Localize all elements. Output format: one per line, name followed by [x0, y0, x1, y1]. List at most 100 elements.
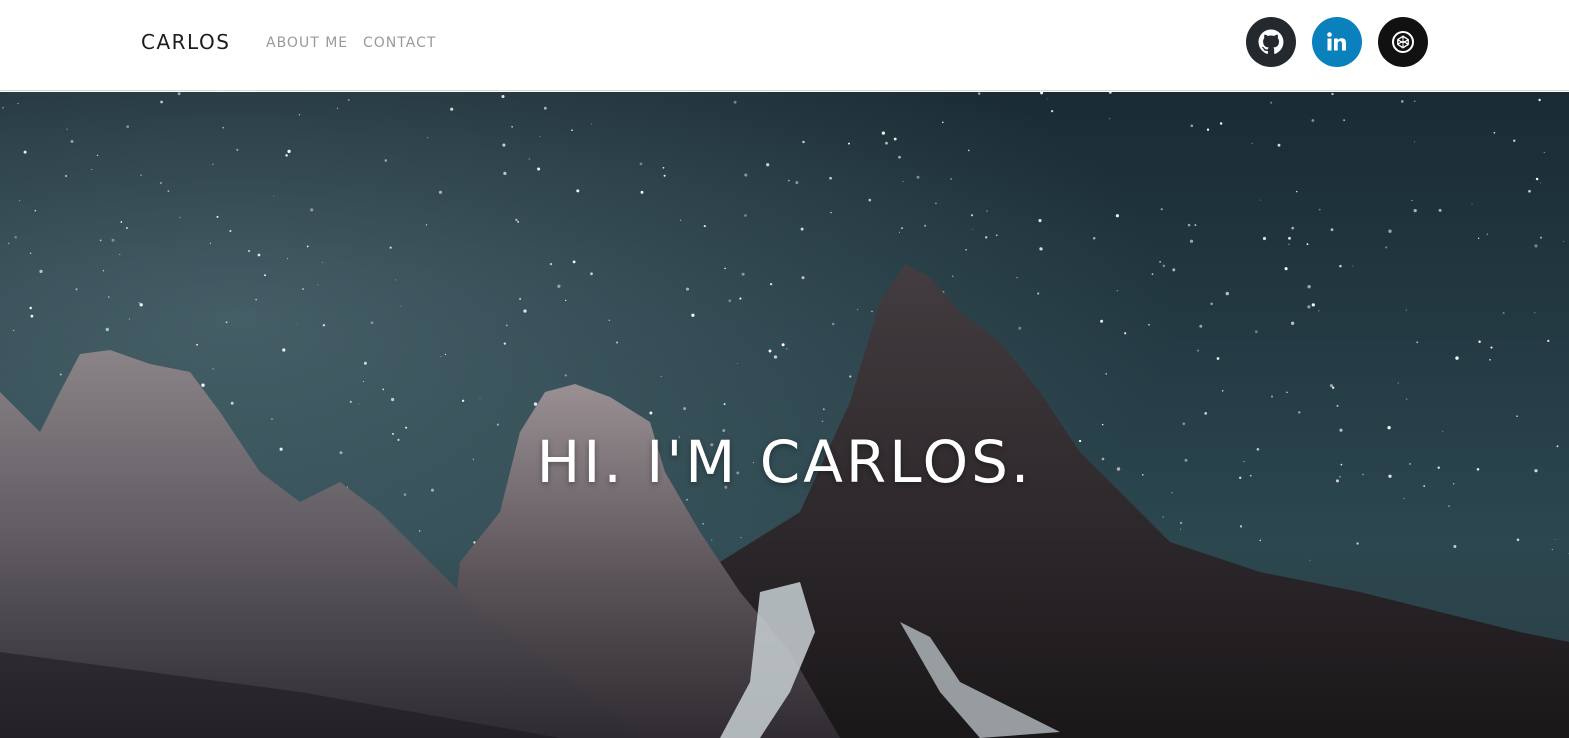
star: [1124, 332, 1127, 335]
star: [984, 236, 988, 239]
star: [1050, 109, 1054, 113]
star: [1385, 246, 1388, 249]
star: [1039, 247, 1043, 251]
star: [390, 397, 395, 402]
star: [663, 174, 666, 177]
star: [236, 148, 239, 151]
star: [99, 239, 102, 242]
star: [1190, 124, 1194, 128]
star: [821, 420, 824, 423]
star: [196, 343, 198, 346]
star: [741, 272, 745, 276]
star: [138, 302, 141, 304]
hero-title: HI. I'M CARLOS.: [536, 428, 1033, 496]
star: [640, 190, 644, 194]
star: [29, 306, 32, 310]
star: [1489, 358, 1491, 361]
star: [1534, 244, 1538, 248]
star: [703, 225, 706, 228]
star: [1194, 224, 1197, 227]
star: [1547, 339, 1550, 343]
star: [1336, 404, 1339, 407]
star: [1471, 203, 1473, 205]
star: [1538, 98, 1541, 102]
star: [801, 276, 805, 280]
star: [140, 174, 142, 176]
star: [1221, 390, 1224, 392]
star: [105, 327, 109, 332]
star: [1172, 268, 1176, 272]
star: [322, 261, 324, 263]
star: [1486, 233, 1489, 235]
mountain-night-background: [0, 92, 1569, 738]
star: [1414, 100, 1416, 102]
star: [733, 100, 737, 104]
star: [517, 221, 520, 223]
star: [501, 94, 505, 99]
star: [160, 100, 164, 104]
star: [128, 318, 130, 320]
star: [528, 158, 531, 160]
star: [519, 297, 522, 300]
star: [119, 253, 121, 255]
star: [736, 363, 738, 364]
star: [1286, 391, 1288, 393]
star: [13, 329, 15, 332]
star: [1199, 324, 1203, 328]
star: [1405, 309, 1407, 311]
star: [1219, 122, 1223, 125]
star: [75, 288, 78, 291]
star: [1406, 398, 1408, 400]
star: [1551, 549, 1553, 551]
star: [1105, 373, 1107, 375]
star: [230, 401, 234, 405]
star: [549, 262, 553, 266]
star: [363, 361, 367, 365]
star: [723, 403, 726, 406]
star: [222, 126, 225, 129]
star: [310, 208, 314, 212]
github-link[interactable]: [1246, 17, 1296, 67]
star: [394, 279, 396, 281]
star: [649, 411, 653, 415]
star: [543, 106, 547, 110]
star: [23, 150, 27, 154]
star: [425, 224, 428, 226]
nav-link-about-me[interactable]: ABOUT ME: [266, 35, 348, 51]
star: [450, 107, 454, 111]
linkedin-link[interactable]: [1312, 17, 1362, 67]
star: [1352, 265, 1354, 267]
star: [111, 238, 115, 242]
star: [662, 166, 665, 169]
star: [1018, 326, 1022, 330]
star: [1239, 525, 1243, 528]
star: [125, 226, 128, 230]
star: [1311, 119, 1315, 122]
star: [65, 174, 68, 178]
github-icon: [1258, 29, 1284, 55]
star: [902, 180, 904, 183]
star: [1277, 143, 1281, 147]
star: [970, 214, 974, 217]
star: [177, 92, 181, 96]
star: [1290, 321, 1295, 325]
star: [1271, 395, 1273, 398]
brand-link[interactable]: CARLOS: [141, 30, 230, 54]
star: [1187, 223, 1191, 227]
star: [901, 227, 903, 230]
star: [1528, 189, 1531, 193]
codepen-link[interactable]: [1378, 17, 1428, 67]
star: [1307, 305, 1311, 309]
star: [523, 309, 527, 313]
star: [70, 139, 74, 143]
star: [505, 324, 508, 327]
star: [444, 353, 446, 355]
star: [1307, 285, 1311, 289]
star: [317, 284, 319, 286]
star: [296, 323, 298, 324]
star: [1298, 411, 1301, 414]
star: [1309, 559, 1311, 561]
star: [8, 242, 10, 245]
star: [950, 178, 952, 180]
nav-link-contact[interactable]: CONTACT: [363, 35, 436, 51]
